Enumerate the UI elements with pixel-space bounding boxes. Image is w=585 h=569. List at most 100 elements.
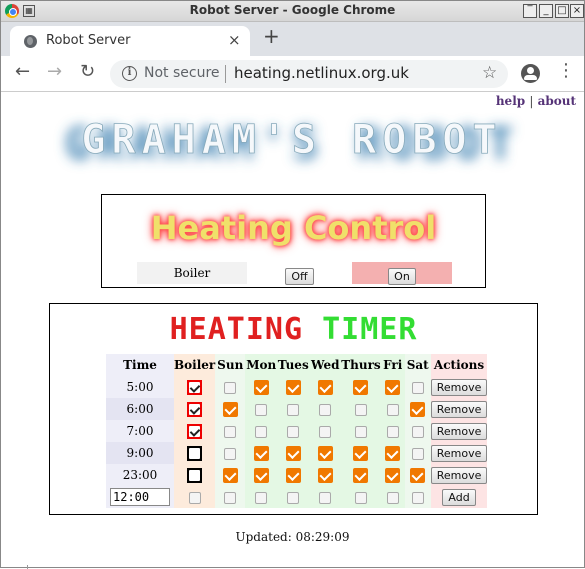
bookmark-star-icon[interactable]: ☆ <box>482 63 497 83</box>
new-boiler-checkbox[interactable] <box>188 491 201 504</box>
actions-cell: Remove <box>430 376 488 398</box>
new-tab-button[interactable]: + <box>263 24 280 48</box>
new-day-checkbox[interactable] <box>319 491 332 504</box>
day-checkbox-tues[interactable] <box>285 445 301 461</box>
day-checkbox-mon[interactable] <box>253 445 269 461</box>
reload-icon[interactable]: ↻ <box>80 61 95 82</box>
day-checkbox-thurs[interactable] <box>354 403 367 416</box>
day-checkbox-wed[interactable] <box>317 379 333 395</box>
day-checkbox-wed[interactable] <box>319 425 332 438</box>
tab-strip: Robot Server × + <box>1 22 584 56</box>
heating-control-panel: Heating Control Boiler Off On <box>101 194 486 288</box>
close-window-button[interactable]: × <box>570 4 584 18</box>
remove-button[interactable]: Remove <box>430 378 488 396</box>
day-cell <box>404 420 431 442</box>
remove-button[interactable]: Remove <box>430 422 488 440</box>
help-link[interactable]: help <box>496 94 525 108</box>
restore-button[interactable]: _ <box>539 4 553 18</box>
day-checkbox-sat[interactable] <box>410 401 426 417</box>
day-checkbox-wed[interactable] <box>317 467 333 483</box>
day-checkbox-sat[interactable] <box>411 425 424 438</box>
new-day-checkbox[interactable] <box>287 491 300 504</box>
boiler-checkbox[interactable] <box>187 379 203 395</box>
boiler-checkbox[interactable] <box>187 467 203 483</box>
url-text[interactable]: heating.netlinux.org.uk <box>234 64 409 82</box>
time-cell: 6:00 <box>106 398 174 420</box>
new-day-checkbox[interactable] <box>224 491 237 504</box>
address-divider <box>225 65 226 83</box>
day-checkbox-mon[interactable] <box>253 467 269 483</box>
timer-schedule-table: Time Boiler Sun Mon Tues Wed Thurs Fri Sat Action… <box>106 354 488 508</box>
new-day-checkbox[interactable] <box>411 491 424 504</box>
minimize-button[interactable]: ‾ <box>523 4 537 18</box>
day-checkbox-wed[interactable] <box>319 403 332 416</box>
day-checkbox-fri[interactable] <box>386 403 399 416</box>
column-header: Wed <box>309 354 342 376</box>
address-bar[interactable]: i Not secure heating.netlinux.org.uk ☆ <box>110 60 508 88</box>
day-checkbox-tues[interactable] <box>287 425 300 438</box>
browser-toolbar: ← → ↻ i Not secure heating.netlinux.org.… <box>1 56 584 92</box>
new-day-checkbox[interactable] <box>386 491 399 504</box>
table-row: 5:00 Remove <box>106 376 488 398</box>
back-icon[interactable]: ← <box>15 61 30 82</box>
add-button[interactable]: Add <box>442 488 476 506</box>
day-checkbox-fri[interactable] <box>385 379 401 395</box>
day-checkbox-sat[interactable] <box>410 467 426 483</box>
day-checkbox-tues[interactable] <box>285 379 301 395</box>
day-checkbox-sun[interactable] <box>224 425 237 438</box>
about-link[interactable]: about <box>538 94 576 108</box>
boiler-off-button[interactable]: Off <box>285 268 314 285</box>
banner-text: GRAHAM'S ROBOT <box>81 117 502 163</box>
day-cell <box>215 464 246 486</box>
actions-cell: Remove <box>430 398 488 420</box>
info-icon[interactable]: i <box>122 66 137 81</box>
new-time-input[interactable] <box>110 488 170 506</box>
day-checkbox-thurs[interactable] <box>353 379 369 395</box>
day-cell <box>215 398 246 420</box>
globe-icon <box>24 35 37 48</box>
maximize-button[interactable]: □ <box>555 4 569 18</box>
top-links: help | about <box>496 94 576 108</box>
day-checkbox-thurs[interactable] <box>353 467 369 483</box>
remove-button[interactable]: Remove <box>430 466 488 484</box>
day-checkbox-thurs[interactable] <box>353 445 369 461</box>
boiler-checkbox[interactable] <box>187 401 203 417</box>
window-title: Robot Server - Google Chrome <box>189 3 396 17</box>
day-checkbox-sun[interactable] <box>224 447 237 460</box>
day-checkbox-sun[interactable] <box>222 401 238 417</box>
day-checkbox-sun[interactable] <box>222 467 238 483</box>
remove-button[interactable]: Remove <box>430 400 488 418</box>
forward-icon[interactable]: → <box>47 61 62 82</box>
day-cell <box>341 442 381 464</box>
day-checkbox-tues[interactable] <box>287 403 300 416</box>
day-checkbox-sun[interactable] <box>224 381 237 394</box>
day-checkbox-sat[interactable] <box>411 447 424 460</box>
boiler-on-button[interactable]: On <box>388 268 416 285</box>
day-cell <box>277 486 310 508</box>
link-separator: | <box>529 94 534 108</box>
day-checkbox-thurs[interactable] <box>354 425 367 438</box>
day-checkbox-fri[interactable] <box>385 445 401 461</box>
new-day-checkbox[interactable] <box>354 491 367 504</box>
boiler-checkbox[interactable] <box>187 445 203 461</box>
boiler-cell <box>174 486 216 508</box>
day-checkbox-tues[interactable] <box>285 467 301 483</box>
day-checkbox-mon[interactable] <box>255 425 268 438</box>
day-checkbox-mon[interactable] <box>253 379 269 395</box>
day-checkbox-fri[interactable] <box>385 467 401 483</box>
day-cell <box>341 420 381 442</box>
day-cell <box>380 420 405 442</box>
boiler-checkbox[interactable] <box>187 423 203 439</box>
day-checkbox-sat[interactable] <box>411 381 424 394</box>
menu-icon[interactable]: ⋮ <box>557 62 575 80</box>
new-day-checkbox[interactable] <box>255 491 268 504</box>
remove-button[interactable]: Remove <box>430 444 488 462</box>
day-checkbox-mon[interactable] <box>255 403 268 416</box>
day-checkbox-wed[interactable] <box>317 445 333 461</box>
not-secure-label[interactable]: Not secure <box>144 65 220 81</box>
tab-robot-server[interactable]: Robot Server × <box>10 26 250 56</box>
day-checkbox-fri[interactable] <box>386 425 399 438</box>
day-cell <box>277 420 310 442</box>
tab-close-icon[interactable]: × <box>228 31 241 49</box>
account-icon[interactable] <box>521 64 540 83</box>
